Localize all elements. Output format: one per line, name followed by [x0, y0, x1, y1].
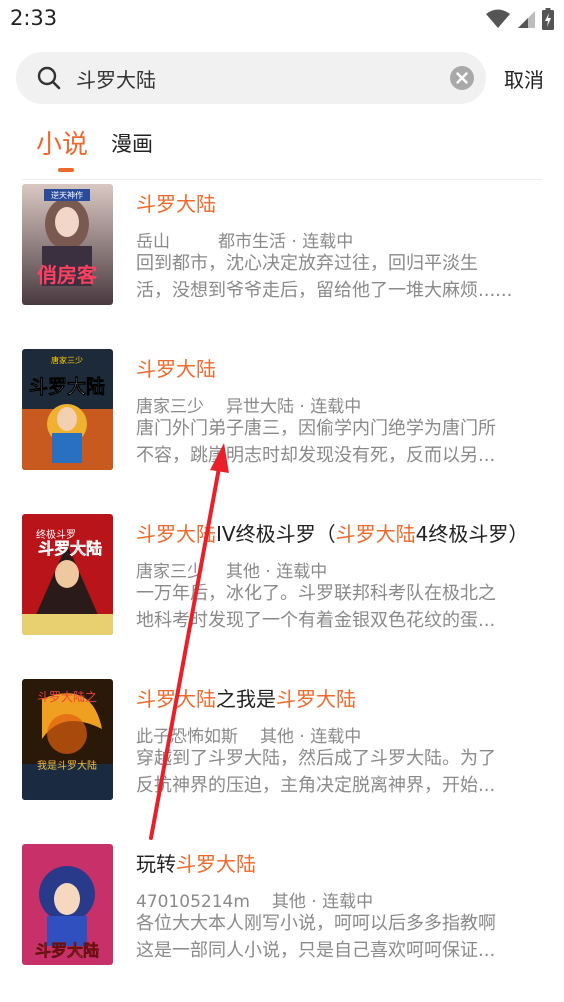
title-part: 斗罗大陆	[335, 522, 416, 546]
cover-badge: 逆天神作	[51, 190, 83, 200]
book-author: 此子恐怖如斯	[136, 727, 238, 747]
book-state: 连载中	[302, 232, 354, 252]
book-description: 回到都市，沈心决定放弃过往，回归平淡生 活，没想到爷爷走后，留给他了一堆大麻烦.…	[136, 250, 528, 304]
search-results-screen: 2:33 取消	[0, 0, 564, 1002]
book-category: 都市生活	[218, 232, 286, 252]
desc-line: 地科考时发现了一个有着金银双色花纹的蛋...	[136, 610, 496, 631]
book-author: 唐家三少	[136, 397, 204, 417]
book-category: 其他	[226, 562, 260, 582]
book-item[interactable]: 逆天神作 俏房客 斗罗大陆 岳山 都市生活 · 连载中 回到都市，沈心决定放弃过往…	[0, 180, 564, 345]
category-tabs: 小说 漫画	[0, 124, 564, 180]
desc-line: 各位大大本人刚写小说，呵呵以后多多指教啊	[136, 913, 496, 934]
book-state: 连载中	[322, 892, 374, 912]
desc-line: 反抗神界的压迫，主角决定脱离神界，开始...	[136, 775, 496, 796]
book-item[interactable]: 斗罗大陆 玩转斗罗大陆 470105214m 其他 · 连载中 各位大大本人刚写小…	[0, 840, 564, 1002]
desc-line: 一万年后，冰化了。斗罗联邦科考队在极北之	[136, 583, 496, 604]
cover-title: 斗罗大陆	[35, 941, 99, 960]
book-title[interactable]: 斗罗大陆	[136, 353, 216, 382]
book-description: 一万年后，冰化了。斗罗联邦科考队在极北之 地科考时发现了一个有着金银双色花纹的蛋…	[136, 580, 528, 634]
book-meta: 唐家三少 其他 · 连载中	[136, 557, 327, 582]
book-author: 岳山	[136, 232, 170, 252]
status-icons	[486, 8, 554, 30]
battery-icon	[542, 8, 554, 30]
search-input[interactable]	[76, 62, 446, 94]
cover-title: 斗罗大陆之	[37, 689, 97, 704]
wifi-icon	[486, 9, 510, 28]
cover-badge: 唐家三少	[51, 355, 83, 365]
title-part: 斗罗大陆	[136, 522, 216, 546]
book-category: 异世大陆	[226, 397, 294, 417]
book-meta: 岳山 都市生活 · 连载中	[136, 227, 353, 252]
book-item[interactable]: 唐家三少 斗罗大陆 斗罗大陆 唐家三少 异世大陆 · 连载中 唐门外门弟子唐三，因…	[0, 345, 564, 510]
book-meta: 唐家三少 异世大陆 · 连载中	[136, 392, 361, 417]
book-meta: 此子恐怖如斯 其他 · 连载中	[136, 722, 361, 747]
book-cover: 终极斗罗 斗罗大陆	[22, 514, 113, 635]
desc-line: 不容，跳崖明志时却发现没有死，反而以另...	[136, 445, 496, 466]
cover-title: 斗罗大陆	[38, 539, 102, 558]
book-description: 穿越到了斗罗大陆，然后成了斗罗大陆。为了 反抗神界的压迫，主角决定脱离神界，开始…	[136, 745, 528, 799]
cover-title: 俏房客	[37, 263, 98, 287]
book-cover: 唐家三少 斗罗大陆	[22, 349, 113, 470]
tab-novel[interactable]: 小说	[36, 124, 88, 161]
book-meta: 470105214m 其他 · 连载中	[136, 892, 374, 912]
title-part: 斗罗大陆	[276, 687, 356, 711]
book-cover: 斗罗大陆	[22, 844, 113, 965]
title-part: 斗罗大陆	[136, 357, 216, 381]
active-tab-indicator	[58, 168, 74, 172]
book-author: 唐家三少	[136, 562, 204, 582]
status-bar: 2:33	[0, 0, 564, 38]
title-part: 斗罗大陆	[136, 192, 216, 216]
search-box[interactable]	[16, 52, 486, 104]
book-title[interactable]: 斗罗大陆IV终极斗罗（斗罗大陆4终极斗罗）	[136, 518, 528, 547]
book-category: 其他	[271, 892, 306, 912]
desc-line: 这是一部同人小说，只是自己喜欢呵呵保证...	[136, 940, 496, 961]
book-description: 各位大大本人刚写小说，呵呵以后多多指教啊 这是一部同人小说，只是自己喜欢呵呵保证…	[136, 910, 528, 964]
desc-line: 穿越到了斗罗大陆，然后成了斗罗大陆。为了	[136, 748, 496, 769]
book-state: 连载中	[310, 397, 362, 417]
book-item[interactable]: 斗罗大陆之 我是斗罗大陆 斗罗大陆之我是斗罗大陆 此子恐怖如斯 其他 · 连载中 …	[0, 675, 564, 840]
book-author: 470105214m	[136, 892, 250, 912]
title-part: 之我是	[216, 687, 276, 711]
title-part: 斗罗大陆	[176, 852, 256, 876]
book-cover: 逆天神作 俏房客	[22, 184, 113, 305]
clear-icon[interactable]	[450, 66, 474, 90]
book-title[interactable]: 斗罗大陆之我是斗罗大陆	[136, 683, 356, 712]
cancel-button[interactable]: 取消	[504, 64, 544, 93]
book-state: 连载中	[310, 727, 362, 747]
book-item[interactable]: 终极斗罗 斗罗大陆 斗罗大陆IV终极斗罗（斗罗大陆4终极斗罗） 唐家三少 其他 ·…	[0, 510, 564, 675]
status-time: 2:33	[10, 6, 58, 30]
desc-line: 回到都市，沈心决定放弃过往，回归平淡生	[136, 253, 478, 274]
book-title[interactable]: 玩转斗罗大陆	[136, 848, 256, 877]
title-part: 玩转	[136, 852, 176, 876]
book-cover: 斗罗大陆之 我是斗罗大陆	[22, 679, 113, 800]
desc-line: 唐门外门弟子唐三，因偷学内门绝学为唐门所	[136, 418, 496, 439]
title-part: 4终极斗罗）	[415, 522, 529, 546]
signal-icon	[518, 11, 535, 28]
book-title[interactable]: 斗罗大陆	[136, 188, 216, 217]
search-icon	[37, 66, 61, 90]
cover-title: 斗罗大陆	[29, 375, 105, 398]
desc-line: 活，没想到爷爷走后，留给他了一堆大麻烦......	[136, 280, 513, 301]
title-part: IV终极斗罗（	[216, 522, 336, 546]
tab-comic[interactable]: 漫画	[111, 128, 153, 158]
cover-badge: 我是斗罗大陆	[37, 759, 97, 772]
title-part: 斗罗大陆	[136, 687, 216, 711]
book-category: 其他	[260, 727, 294, 747]
book-state: 连载中	[276, 562, 328, 582]
book-description: 唐门外门弟子唐三，因偷学内门绝学为唐门所 不容，跳崖明志时却发现没有死，反而以另…	[136, 415, 528, 469]
